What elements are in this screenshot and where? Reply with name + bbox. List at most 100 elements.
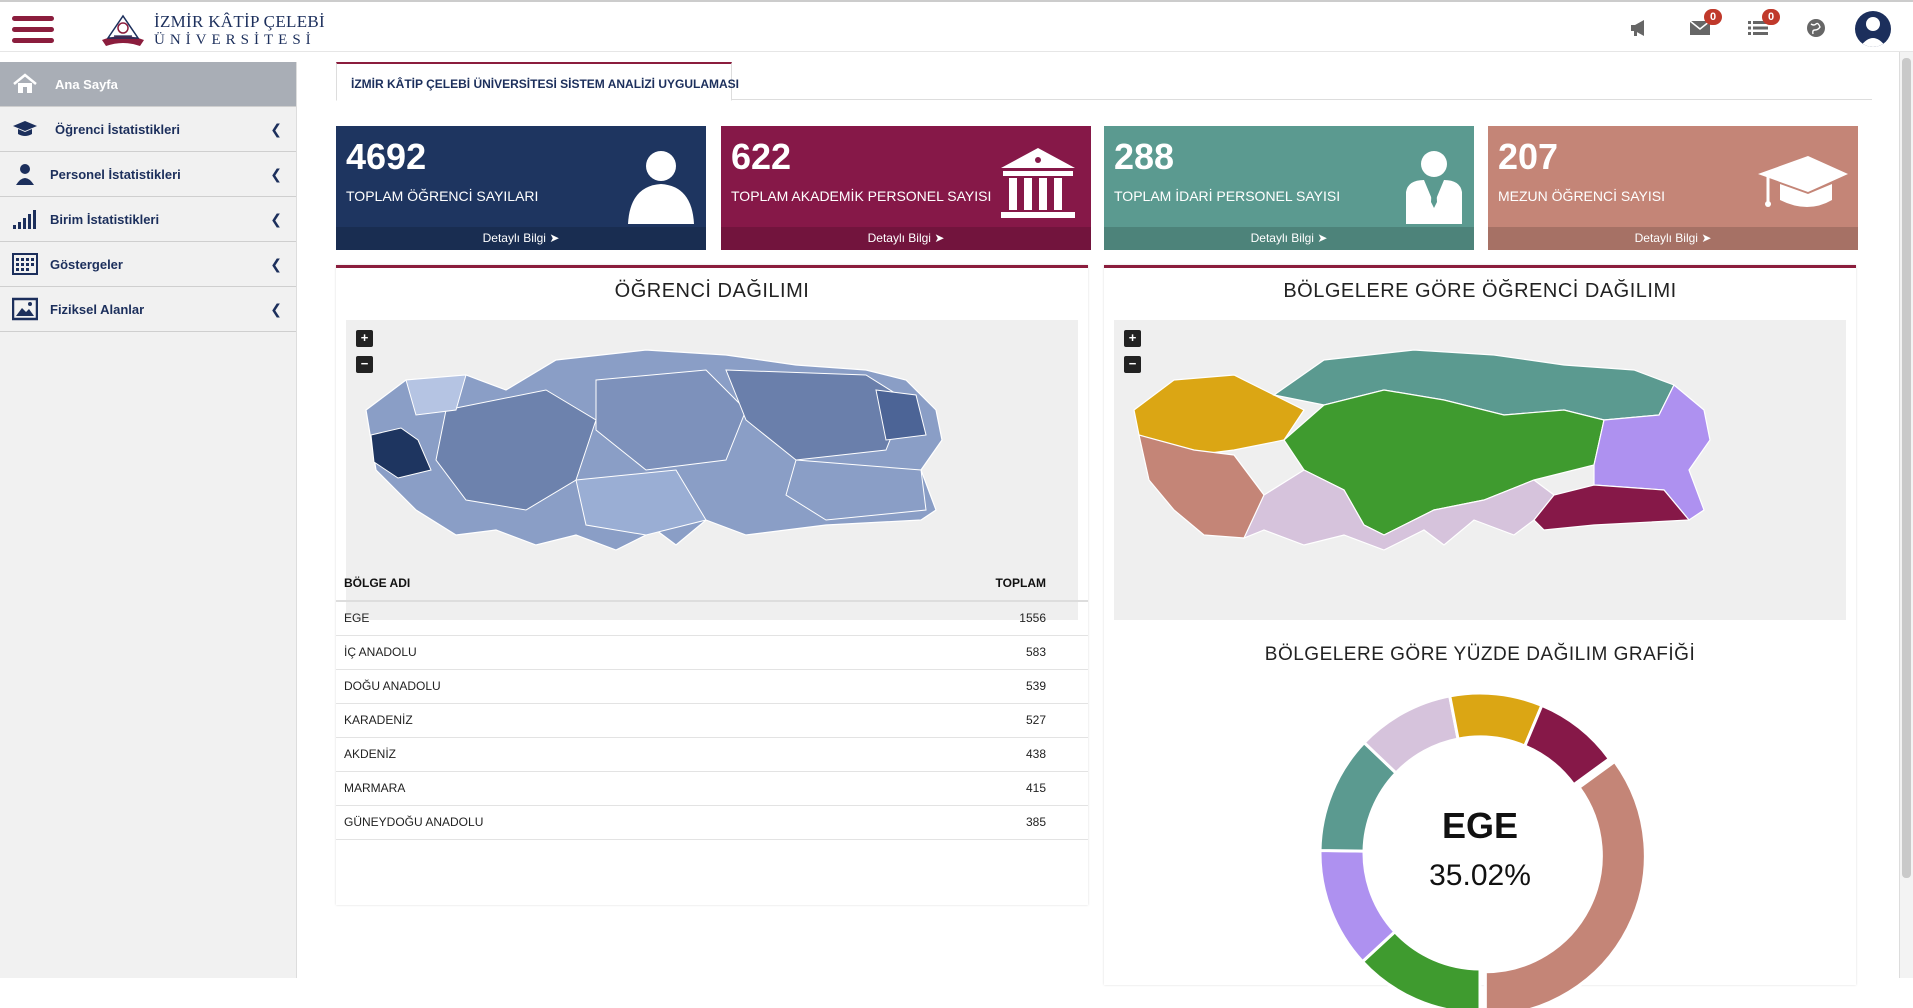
sidebar-item-birim-istatistikleri[interactable]: Birim İstatistikleri ❮: [0, 197, 296, 242]
sidebar-item-label: Fiziksel Alanlar: [50, 302, 145, 317]
region-name: KARADENİZ: [336, 703, 793, 738]
user-avatar-icon: [1860, 17, 1886, 47]
stat-label: MEZUN ÖĞRENCİ SAYISI: [1498, 188, 1665, 204]
chevron-left-icon: ❮: [270, 301, 282, 317]
region-table: BÖLGE ADI TOPLAM EGE 1556 İÇ ANADOLU 583 D…: [336, 566, 1088, 840]
arrow-circle-right-icon: ➤: [549, 231, 560, 245]
sidebar-item-ogrenci-istatistikleri[interactable]: Öğrenci İstatistikleri ❮: [0, 107, 296, 152]
user-silhouette-icon: [628, 151, 694, 224]
table-row[interactable]: MARMARA 415: [336, 771, 1088, 806]
university-crest-icon: [102, 14, 144, 46]
arrow-circle-right-icon: ➤: [934, 231, 945, 245]
user-icon: [16, 164, 34, 185]
region-total: 539: [792, 669, 1088, 704]
region-total: 527: [792, 703, 1088, 738]
table-row[interactable]: EGE 1556: [336, 601, 1088, 636]
chevron-left-icon: ❮: [270, 256, 282, 272]
zoom-in-button[interactable]: +: [1124, 330, 1141, 347]
arrow-circle-right-icon: ➤: [1701, 231, 1712, 245]
sidebar-item-gostergeler[interactable]: Göstergeler ❮: [0, 242, 296, 287]
donut-center-label: EGE: [1442, 805, 1518, 846]
signal-bars-icon: [13, 210, 36, 229]
table-row[interactable]: AKDENİZ 438: [336, 737, 1088, 772]
stat-card-academic-staff: 622 TOPLAM AKADEMİK PERSONEL SAYISI Deta…: [721, 126, 1091, 250]
sidebar-item-label: Personel İstatistikleri: [50, 167, 181, 182]
megaphone-icon[interactable]: [1628, 16, 1652, 40]
stat-value: 207: [1498, 136, 1559, 177]
region-total: 1556: [792, 601, 1088, 636]
details-link-graduates[interactable]: Detaylı Bilgi ➤: [1488, 227, 1858, 250]
university-logo[interactable]: İZMİR KÂTİP ÇELEBİ ÜNİVERSİTESİ: [98, 8, 325, 50]
tab-sistem-analizi[interactable]: İZMİR KÂTİP ÇELEBİ ÜNİVERSİTESİ SİSTEM A…: [336, 62, 739, 101]
scrollbar-thumb[interactable]: [1902, 58, 1911, 878]
graduation-cap-icon: [13, 121, 37, 136]
stat-label: TOPLAM İDARİ PERSONEL SAYISI: [1114, 188, 1341, 204]
stat-value: 622: [731, 136, 792, 177]
zoom-out-button[interactable]: −: [1124, 356, 1141, 373]
user-avatar[interactable]: [1855, 11, 1891, 47]
home-icon: [13, 73, 37, 93]
tasks-badge: 0: [1762, 9, 1780, 25]
region-name: İÇ ANADOLU: [336, 635, 793, 670]
table-row[interactable]: KARADENİZ 527: [336, 703, 1088, 738]
region-map-title: BÖLGELERE GÖRE ÖĞRENCİ DAĞILIMI: [1283, 280, 1677, 302]
sidebar-item-label: Birim İstatistikleri: [50, 212, 160, 227]
region-total: 415: [792, 771, 1088, 806]
page-scrollbar[interactable]: [1899, 52, 1913, 978]
region-total: 583: [792, 635, 1088, 670]
details-link-label: Detaylı Bilgi: [1250, 231, 1314, 245]
picture-icon: [12, 297, 38, 321]
student-distribution-panel: ÖĞRENCİ DAĞILIMI + − BÖLGE ADI TOPLAM EG…: [336, 265, 1088, 905]
student-map-title: ÖĞRENCİ DAĞILIMI: [614, 280, 810, 302]
region-name: EGE: [336, 601, 793, 636]
calendar-grid-icon: [12, 253, 38, 275]
sidebar-item-label: Öğrenci İstatistikleri: [55, 122, 180, 137]
mortarboard-icon: [1758, 156, 1848, 207]
region-distribution-map[interactable]: + −: [1114, 320, 1846, 620]
table-row[interactable]: İÇ ANADOLU 583: [336, 635, 1088, 670]
chevron-left-icon: ❮: [270, 121, 282, 137]
zoom-out-button[interactable]: −: [356, 356, 373, 373]
stat-card-students: 4692 TOPLAM ÖĞRENCİ SAYILARI Detaylı Bil…: [336, 126, 706, 250]
sidebar-item-personel-istatistikleri[interactable]: Personel İstatistikleri ❮: [0, 152, 296, 197]
percentage-chart-title: BÖLGELERE GÖRE YÜZDE DAĞILIM GRAFİĞİ: [1264, 644, 1696, 665]
table-row[interactable]: GÜNEYDOĞU ANADOLU 385: [336, 805, 1088, 840]
sidebar-item-label: Göstergeler: [50, 257, 123, 272]
sidebar-item-label: Ana Sayfa: [55, 77, 118, 92]
messages-badge: 0: [1704, 9, 1722, 25]
region-total: 385: [792, 805, 1088, 840]
region-name: DOĞU ANADOLU: [336, 669, 793, 704]
table-header-row: BÖLGE ADI TOPLAM: [336, 566, 1088, 602]
chevron-left-icon: ❮: [270, 166, 282, 182]
user-tie-icon: [1406, 151, 1462, 224]
regional-distribution-panel: BÖLGELERE GÖRE ÖĞRENCİ DAĞILIMI + − BÖLG…: [1104, 265, 1856, 1008]
stat-label: TOPLAM ÖĞRENCİ SAYILARI: [346, 188, 539, 204]
top-bar: İZMİR KÂTİP ÇELEBİ ÜNİVERSİTESİ 0 0: [0, 0, 1913, 52]
sidebar: Ana Sayfa Öğrenci İstatistikleri ❮ Perso…: [0, 62, 297, 978]
details-link-label: Detaylı Bilgi: [1634, 231, 1698, 245]
university-building-icon: [1001, 148, 1075, 218]
details-link-students[interactable]: Detaylı Bilgi ➤: [336, 227, 706, 250]
messages-button[interactable]: 0: [1688, 9, 1722, 40]
region-name: GÜNEYDOĞU ANADOLU: [336, 805, 793, 840]
sidebar-item-fiziksel-alanlar[interactable]: Fiziksel Alanlar ❮: [0, 287, 296, 332]
sidebar-item-ana-sayfa[interactable]: Ana Sayfa: [0, 62, 296, 107]
details-link-academic-staff[interactable]: Detaylı Bilgi ➤: [721, 227, 1091, 250]
region-name: AKDENİZ: [336, 737, 793, 772]
details-link-label: Detaylı Bilgi: [867, 231, 931, 245]
stat-card-graduates: 207 MEZUN ÖĞRENCİ SAYISI Detaylı Bilgi ➤: [1488, 126, 1858, 250]
chevron-left-icon: ❮: [270, 211, 282, 227]
globe-icon[interactable]: [1804, 16, 1828, 40]
tab-bar: İZMİR KÂTİP ÇELEBİ ÜNİVERSİTESİ SİSTEM A…: [336, 62, 1872, 101]
tasks-button[interactable]: 0: [1746, 9, 1780, 40]
details-link-admin-staff[interactable]: Detaylı Bilgi ➤: [1104, 227, 1474, 250]
logo-line-2: ÜNİVERSİTESİ: [154, 32, 316, 48]
table-row[interactable]: DOĞU ANADOLU 539: [336, 669, 1088, 704]
zoom-in-button[interactable]: +: [356, 330, 373, 347]
stat-value: 288: [1114, 136, 1175, 177]
menu-toggle-icon[interactable]: [12, 16, 54, 44]
details-link-label: Detaylı Bilgi: [482, 231, 546, 245]
stat-label: TOPLAM AKADEMİK PERSONEL SAYISI: [731, 188, 992, 204]
column-header-total: TOPLAM: [792, 566, 1088, 602]
percentage-donut-chart[interactable]: EGE 35.02%: [1104, 678, 1856, 1008]
